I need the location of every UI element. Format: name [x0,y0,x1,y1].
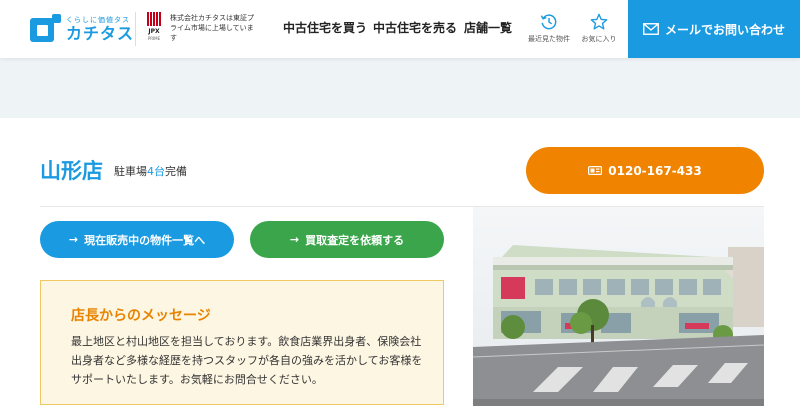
listings-label: 現在販売中の物件一覧へ [84,233,206,247]
jpx-bars-icon [147,12,161,26]
store-name: 山形店 [40,159,103,183]
appraisal-button[interactable]: → 買取査定を依頼する [250,221,444,258]
manager-message-box: 店長からのメッセージ 最上地区と村山地区を担当しております。飲食店業界出身者、保… [40,280,444,405]
arrow-right-icon: → [289,233,300,246]
parking-suffix: 完備 [165,165,187,178]
phone-number: 0120-167-433 [608,163,702,178]
recently-viewed-label: 最近見た物件 [528,35,570,43]
recently-viewed-link[interactable]: 最近見た物件 [521,13,577,44]
mail-contact-button[interactable]: メールでお問い合わせ [628,0,800,58]
parking-prefix: 駐車場 [114,165,147,178]
logo-name: カチタス [66,24,135,43]
listings-button[interactable]: → 現在販売中の物件一覧へ [40,221,234,258]
jpx-mark: JPX [148,28,160,35]
logo-divider [135,12,136,46]
clock-history-icon [540,14,557,30]
jpx-sub: PRIME [147,36,161,41]
mail-contact-label: メールでお問い合わせ [664,22,785,37]
jpx-prime-logo: JPX PRIME [143,12,165,46]
site-logo[interactable]: くらしに価値タス カチタス [30,14,134,44]
appraisal-label: 買取査定を依頼する [305,233,405,247]
phone-icon [588,166,603,175]
site-header: くらしに価値タス カチタス JPX PRIME 株式会社カチタスは東証プライム市… [0,0,800,58]
listed-notice: 株式会社カチタスは東証プライム市場に上場しています [170,14,254,42]
favorites-link[interactable]: お気に入り [571,13,627,44]
logo-mark-icon [30,14,62,44]
manager-message-title: 店長からのメッセージ [71,308,211,324]
store-photo [473,207,764,406]
parking-count: 4台 [147,165,165,178]
parking-info: 駐車場4台完備 [114,163,187,179]
header-spacer-band [0,58,800,118]
phone-button[interactable]: 0120-167-433 [526,147,764,194]
star-icon [590,13,608,30]
nav-store-list[interactable]: 店舗一覧 [464,19,512,36]
arrow-right-icon: → [68,233,79,246]
favorites-label: お気に入り [581,35,617,43]
nav-sell-used-homes[interactable]: 中古住宅を売る [373,19,457,36]
envelope-icon [643,23,659,35]
manager-message-body: 最上地区と村山地区を担当しております。飲食店業界出身者、保険会社出身者など多様な… [71,335,423,386]
nav-buy-used-homes[interactable]: 中古住宅を買う [283,19,367,36]
